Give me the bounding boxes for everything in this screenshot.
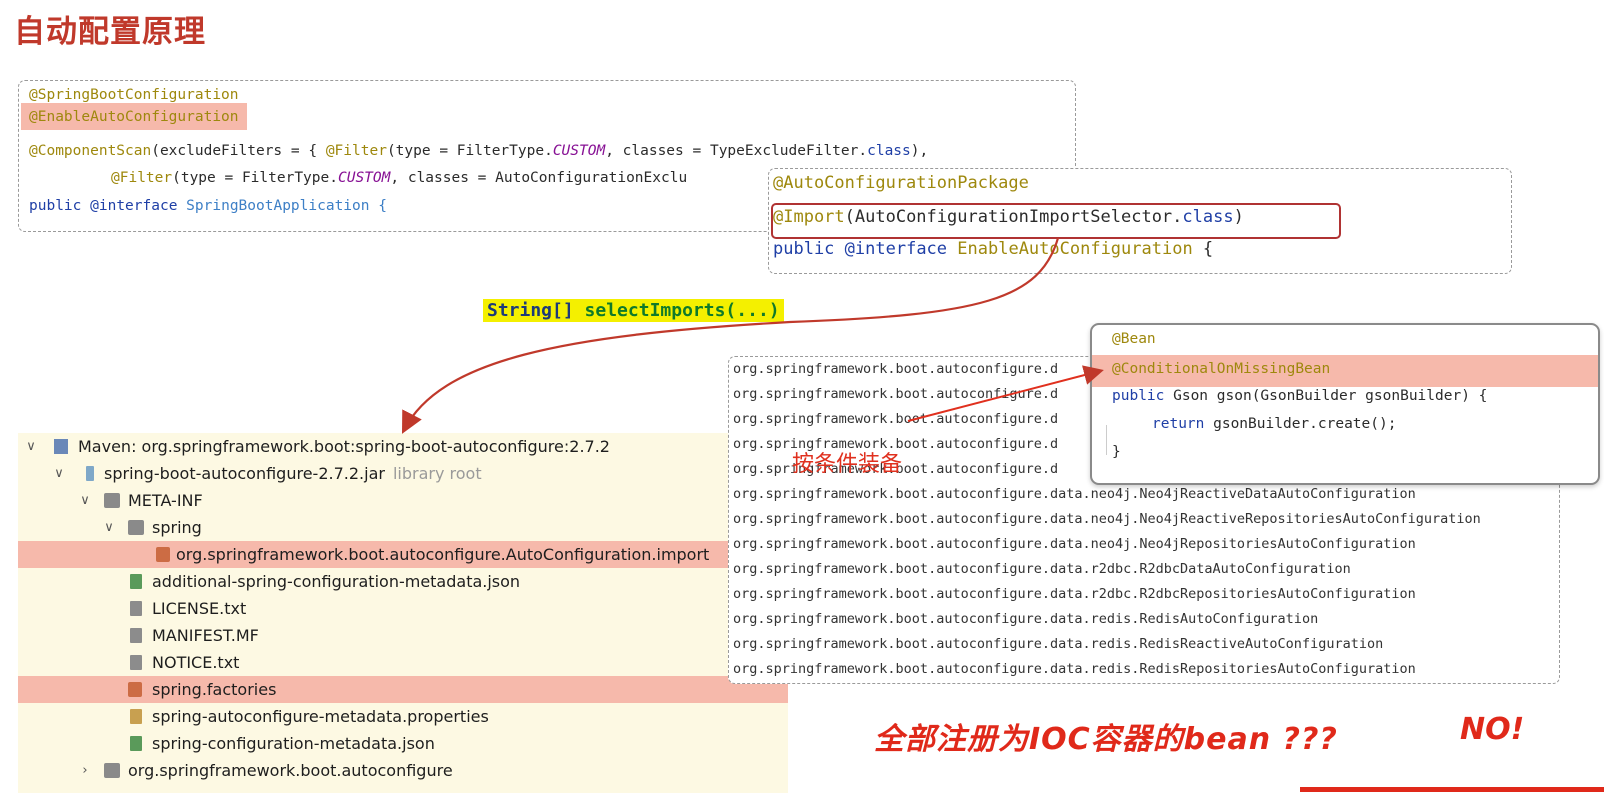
import-to-tree-arrow xyxy=(401,237,1060,434)
annotation-arrows xyxy=(401,237,1104,434)
list-to-popup-arrow xyxy=(907,365,1104,422)
bottom-question-note: 全部注册为IOC容器的bean ??? xyxy=(874,722,1338,757)
bottom-no-note: NO! xyxy=(1460,712,1525,747)
bottom-red-bar xyxy=(1300,787,1604,792)
